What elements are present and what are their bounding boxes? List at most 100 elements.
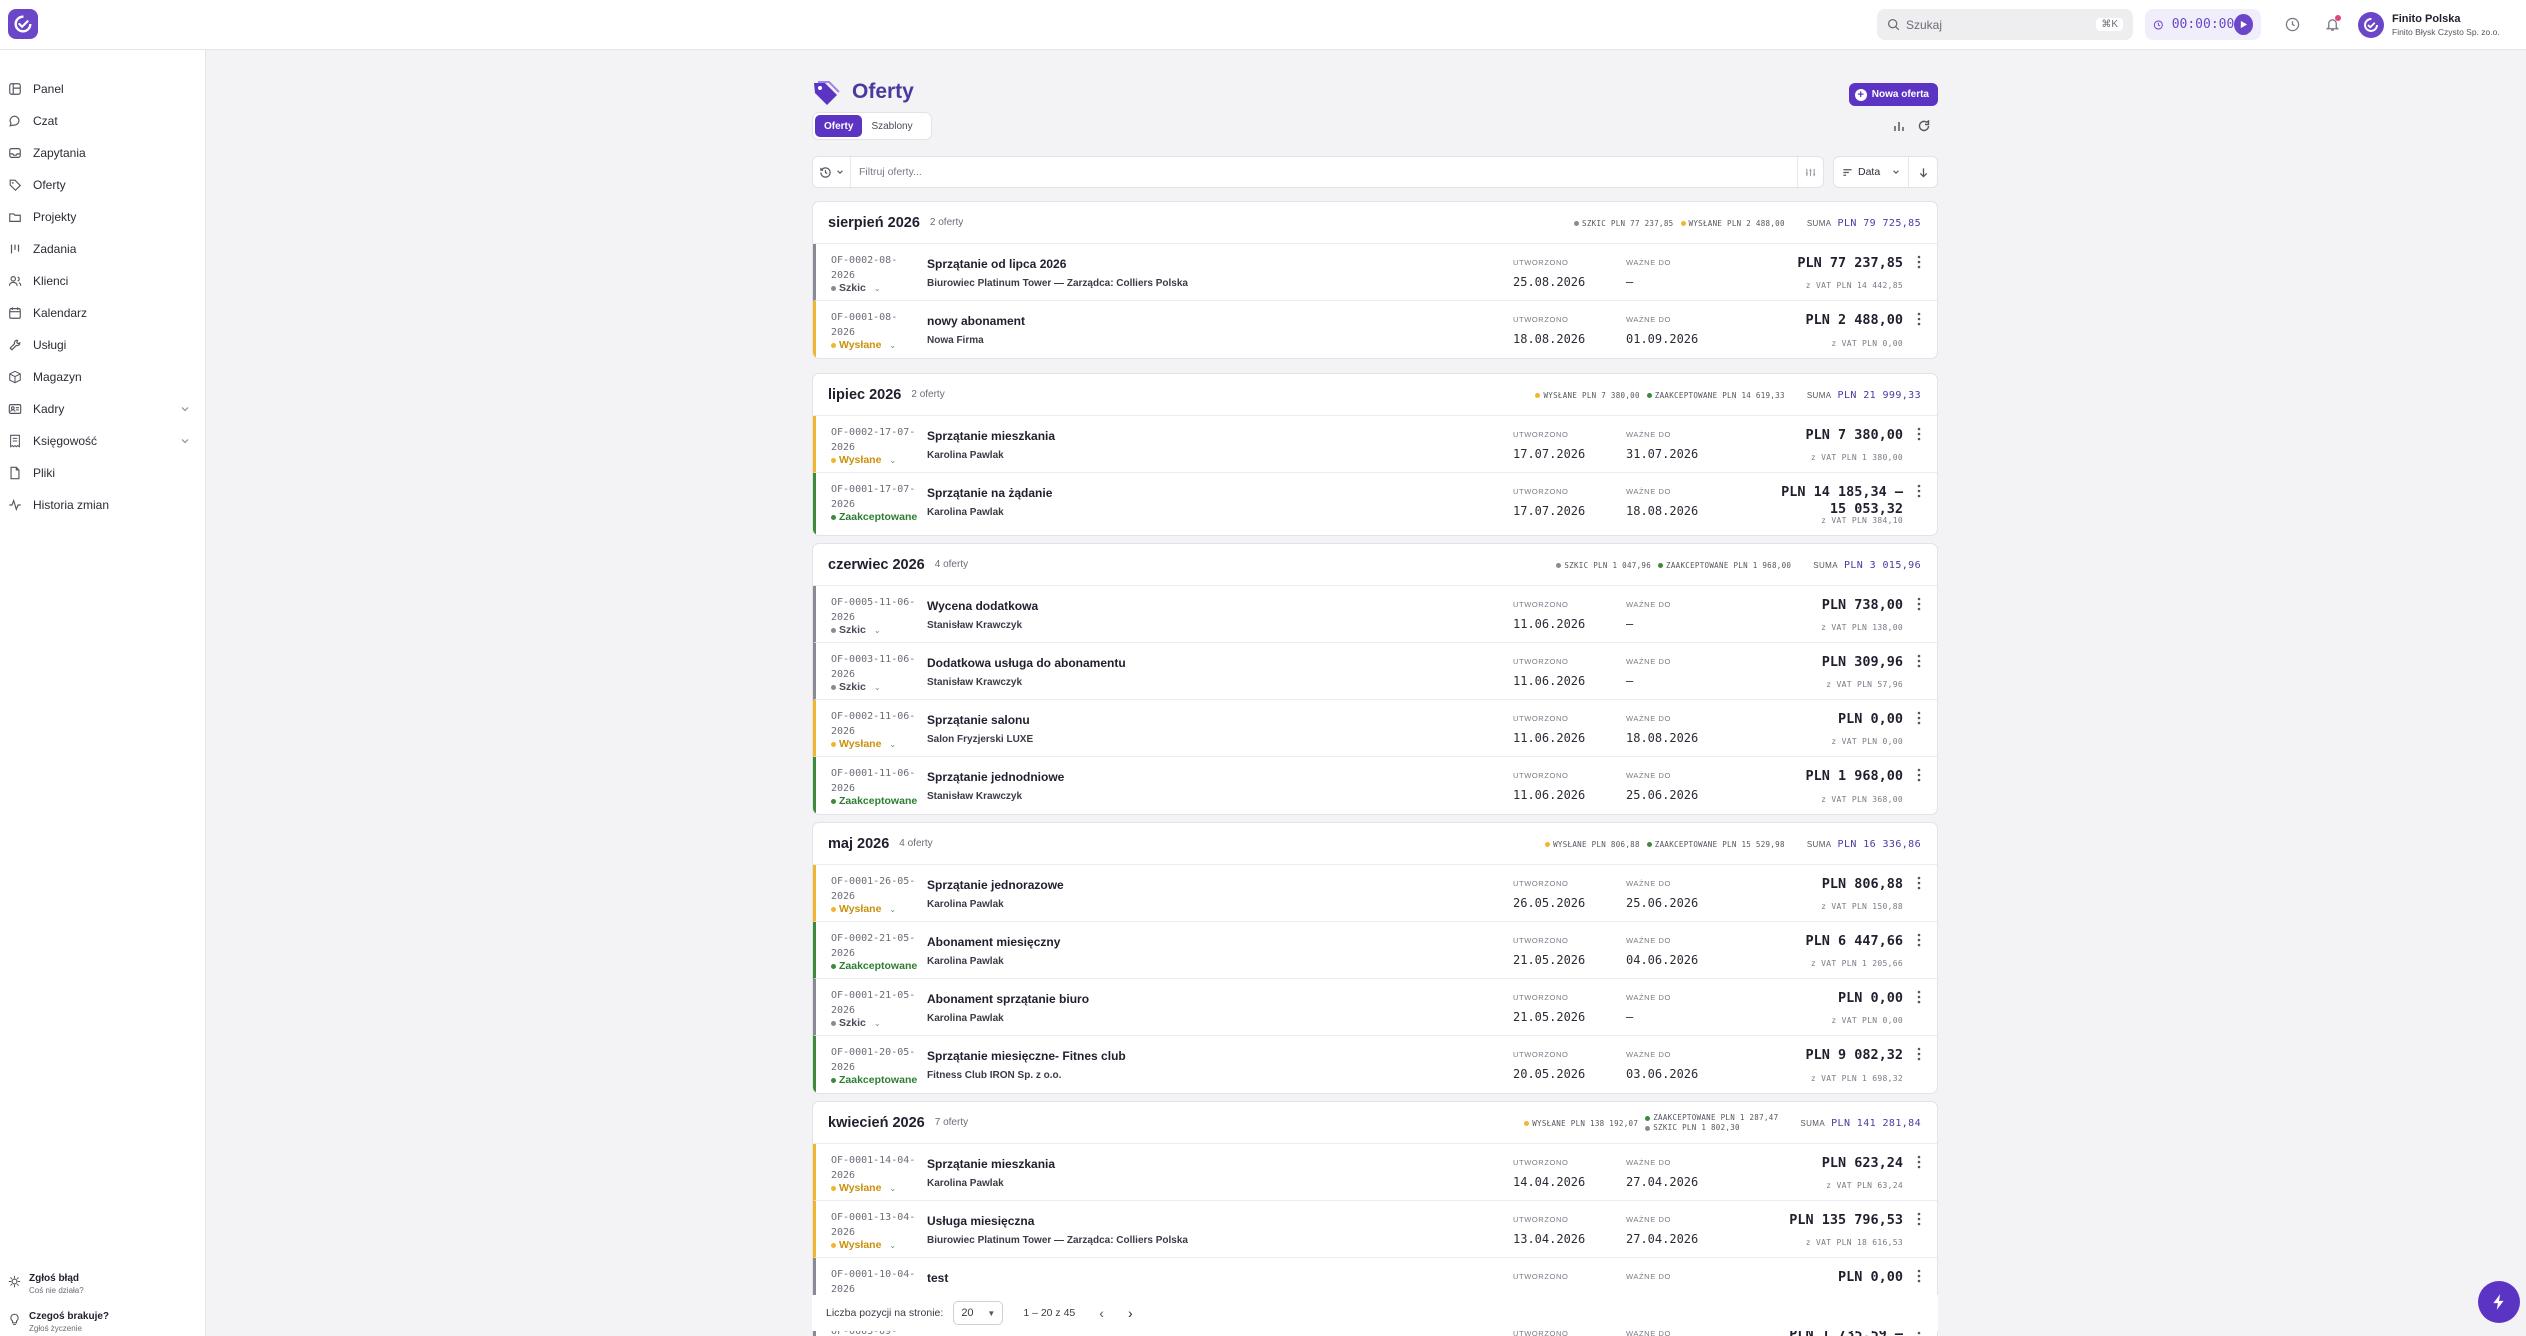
sort-direction-button[interactable] <box>1909 167 1937 178</box>
more-vertical-icon[interactable] <box>1913 1154 1925 1170</box>
offer-row[interactable]: OF-0005-11-06-2026 Szkic ⌄ Wycena dodatk… <box>813 586 1937 643</box>
month-group-header[interactable]: kwiecień 2026 7 oferty WYSŁANE PLN 138 1… <box>813 1102 1937 1144</box>
time-tracker[interactable]: 00:00:00 <box>2145 9 2261 40</box>
offer-title: Wycena dodatkowa <box>927 599 1039 613</box>
filter-options-button[interactable] <box>1797 157 1823 187</box>
sidebar-item-kalendarz[interactable]: Kalendarz <box>8 300 198 326</box>
offer-row[interactable]: OF-0002-21-05-2026 Zaakceptowane Aboname… <box>813 922 1937 979</box>
sidebar-item-zadania[interactable]: Zadania <box>8 236 198 262</box>
quick-action-button[interactable] <box>2478 1281 2520 1323</box>
offer-row[interactable]: OF-0003-11-06-2026 Szkic ⌄ Dodatkowa usł… <box>813 643 1937 700</box>
offer-amount: PLN 0,00 <box>1837 990 1903 1006</box>
report-bug-link[interactable]: Zgłoś błąd Coś nie działa? <box>8 1273 188 1295</box>
offer-row[interactable]: OF-0002-11-06-2026 Wysłane ⌄ Sprzątanie … <box>813 700 1937 757</box>
status-badge[interactable]: Wysłane ⌄ <box>831 1239 896 1251</box>
status-badge[interactable]: Zaakceptowane <box>831 960 917 972</box>
bar-chart-icon[interactable] <box>1892 119 1906 133</box>
sidebar-item-projekty[interactable]: Projekty <box>8 204 198 230</box>
offer-row[interactable]: OF-0001-13-04-2026 Wysłane ⌄ Usługa mies… <box>813 1201 1937 1258</box>
status-dot <box>1524 1120 1530 1126</box>
notifications-button[interactable] <box>2322 14 2342 34</box>
month-group: czerwiec 2026 4 oferty SZKIC PLN 1 047,9… <box>812 543 1938 815</box>
offer-row[interactable]: OF-0001-11-06-2026 Zaakceptowane Sprząta… <box>813 757 1937 814</box>
filter-history-button[interactable] <box>813 157 851 187</box>
offer-row[interactable]: OF-0001-20-05-2026 Zaakceptowane Sprząta… <box>813 1036 1937 1093</box>
status-badge[interactable]: Wysłane ⌄ <box>831 339 896 351</box>
more-vertical-icon[interactable] <box>1913 1211 1925 1227</box>
status-badge[interactable]: Wysłane ⌄ <box>831 738 896 750</box>
offer-row[interactable]: OF-0001-17-07-2026 Zaakceptowane Sprząta… <box>813 473 1937 535</box>
status-summary-text: SZKIC PLN 1 802,30 <box>1653 1123 1740 1132</box>
more-vertical-icon[interactable] <box>1913 311 1925 327</box>
month-group-header[interactable]: lipiec 2026 2 oferty WYSŁANE PLN 7 380,0… <box>813 374 1937 416</box>
status-badge[interactable]: Wysłane ⌄ <box>831 1182 896 1194</box>
sidebar-item-oferty[interactable]: Oferty <box>8 172 198 198</box>
offer-client: Karolina Pawlak <box>927 450 1004 461</box>
more-vertical-icon[interactable] <box>1913 710 1925 726</box>
status-badge[interactable]: Szkic ⌄ <box>831 282 881 294</box>
status-badge[interactable]: Szkic ⌄ <box>831 1017 881 1029</box>
month-group-header[interactable]: maj 2026 4 oferty WYSŁANE PLN 806,88 ZAAK… <box>813 823 1937 865</box>
more-vertical-icon[interactable] <box>1913 483 1925 499</box>
offer-row[interactable]: OF-0001-08-2026 Wysłane ⌄ nowy abonament… <box>813 301 1937 358</box>
tab-szablony[interactable]: Szablony <box>862 115 921 137</box>
more-vertical-icon[interactable] <box>1913 596 1925 612</box>
valid-label: WAŻNE DO <box>1626 657 1671 666</box>
offer-row[interactable]: OF-0001-26-05-2026 Wysłane ⌄ Sprzątanie … <box>813 865 1937 922</box>
more-vertical-icon[interactable] <box>1913 875 1925 891</box>
month-sum: SUMA PLN 79 725,85 <box>1807 218 1921 229</box>
sidebar-item-zapytania[interactable]: Zapytania <box>8 140 198 166</box>
more-vertical-icon[interactable] <box>1913 767 1925 783</box>
search-input[interactable]: Szukaj ⌘K <box>1877 9 2133 40</box>
offer-row[interactable]: OF-0002-17-07-2026 Wysłane ⌄ Sprzątanie … <box>813 416 1937 473</box>
status-badge[interactable]: Wysłane ⌄ <box>831 903 896 915</box>
status-badge[interactable]: Zaakceptowane <box>831 511 917 523</box>
status-badge[interactable]: Zaakceptowane <box>831 1074 917 1086</box>
sidebar-item-czat[interactable]: Czat <box>8 108 198 134</box>
refresh-icon[interactable] <box>1917 119 1931 133</box>
sidebar-item-magazyn[interactable]: Magazyn <box>8 364 198 390</box>
more-vertical-icon[interactable] <box>1913 932 1925 948</box>
created-date: 21.05.2026 <box>1513 953 1586 967</box>
month-group-header[interactable]: czerwiec 2026 4 oferty SZKIC PLN 1 047,9… <box>813 544 1937 586</box>
more-vertical-icon[interactable] <box>1913 426 1925 442</box>
play-button[interactable] <box>2234 14 2253 35</box>
status-badge[interactable]: Szkic ⌄ <box>831 681 881 693</box>
offer-row[interactable]: OF-0002-08-2026 Szkic ⌄ Sprzątanie od li… <box>813 244 1937 301</box>
offer-client: Biurowiec Platinum Tower — Zarządca: Col… <box>927 278 1188 289</box>
sidebar-item-kadry[interactable]: Kadry <box>8 396 198 422</box>
status-dot <box>1545 841 1551 847</box>
more-vertical-icon[interactable] <box>1913 989 1925 1005</box>
status-label: Zaakceptowane <box>839 511 918 523</box>
feature-request-link[interactable]: Czegoś brakuje? Zgłoś życzenie <box>8 1311 188 1333</box>
app-logo[interactable] <box>8 9 38 39</box>
month-group-header[interactable]: sierpień 2026 2 oferty SZKIC PLN 77 237,… <box>813 202 1937 244</box>
account-menu[interactable]: Finito Polska Finito Błysk Czysto Sp. zo… <box>2358 8 2526 42</box>
new-offer-button[interactable]: + Nowa oferta <box>1848 83 1938 106</box>
sort-field-select[interactable]: Data <box>1834 157 1909 187</box>
more-vertical-icon[interactable] <box>1913 254 1925 270</box>
page-size-select[interactable]: 20 ▼ <box>953 1301 1004 1325</box>
help-button[interactable] <box>2282 14 2302 34</box>
prev-page-button[interactable]: ‹ <box>1099 1305 1104 1321</box>
sidebar-item-panel[interactable]: Panel <box>8 76 198 102</box>
status-badge[interactable]: Szkic ⌄ <box>831 624 881 636</box>
status-dot <box>831 741 836 747</box>
status-badge[interactable]: Wysłane ⌄ <box>831 454 896 466</box>
sidebar-item-historia-zmian[interactable]: Historia zmian <box>8 492 198 518</box>
sidebar-item-uslugi[interactable]: Usługi <box>8 332 198 358</box>
offer-row[interactable]: OF-0001-14-04-2026 Wysłane ⌄ Sprzątanie … <box>813 1144 1937 1201</box>
sidebar-item-klienci[interactable]: Klienci <box>8 268 198 294</box>
status-badge[interactable]: Zaakceptowane <box>831 795 917 807</box>
filter-input[interactable]: Filtruj oferty... <box>851 166 1797 178</box>
more-vertical-icon[interactable] <box>1913 653 1925 669</box>
next-page-button[interactable]: › <box>1128 1305 1133 1321</box>
more-vertical-icon[interactable] <box>1913 1046 1925 1062</box>
sidebar-item-ksiegowosc[interactable]: Księgowość <box>8 428 198 454</box>
sidebar-item-pliki[interactable]: Pliki <box>8 460 198 486</box>
more-vertical-icon[interactable] <box>1913 1268 1925 1284</box>
chevron-down-icon <box>1893 170 1899 174</box>
offer-client: Fitness Club IRON Sp. z o.o. <box>927 1070 1062 1081</box>
tab-oferty[interactable]: Oferty <box>815 115 863 137</box>
offer-row[interactable]: OF-0001-21-05-2026 Szkic ⌄ Abonament spr… <box>813 979 1937 1036</box>
